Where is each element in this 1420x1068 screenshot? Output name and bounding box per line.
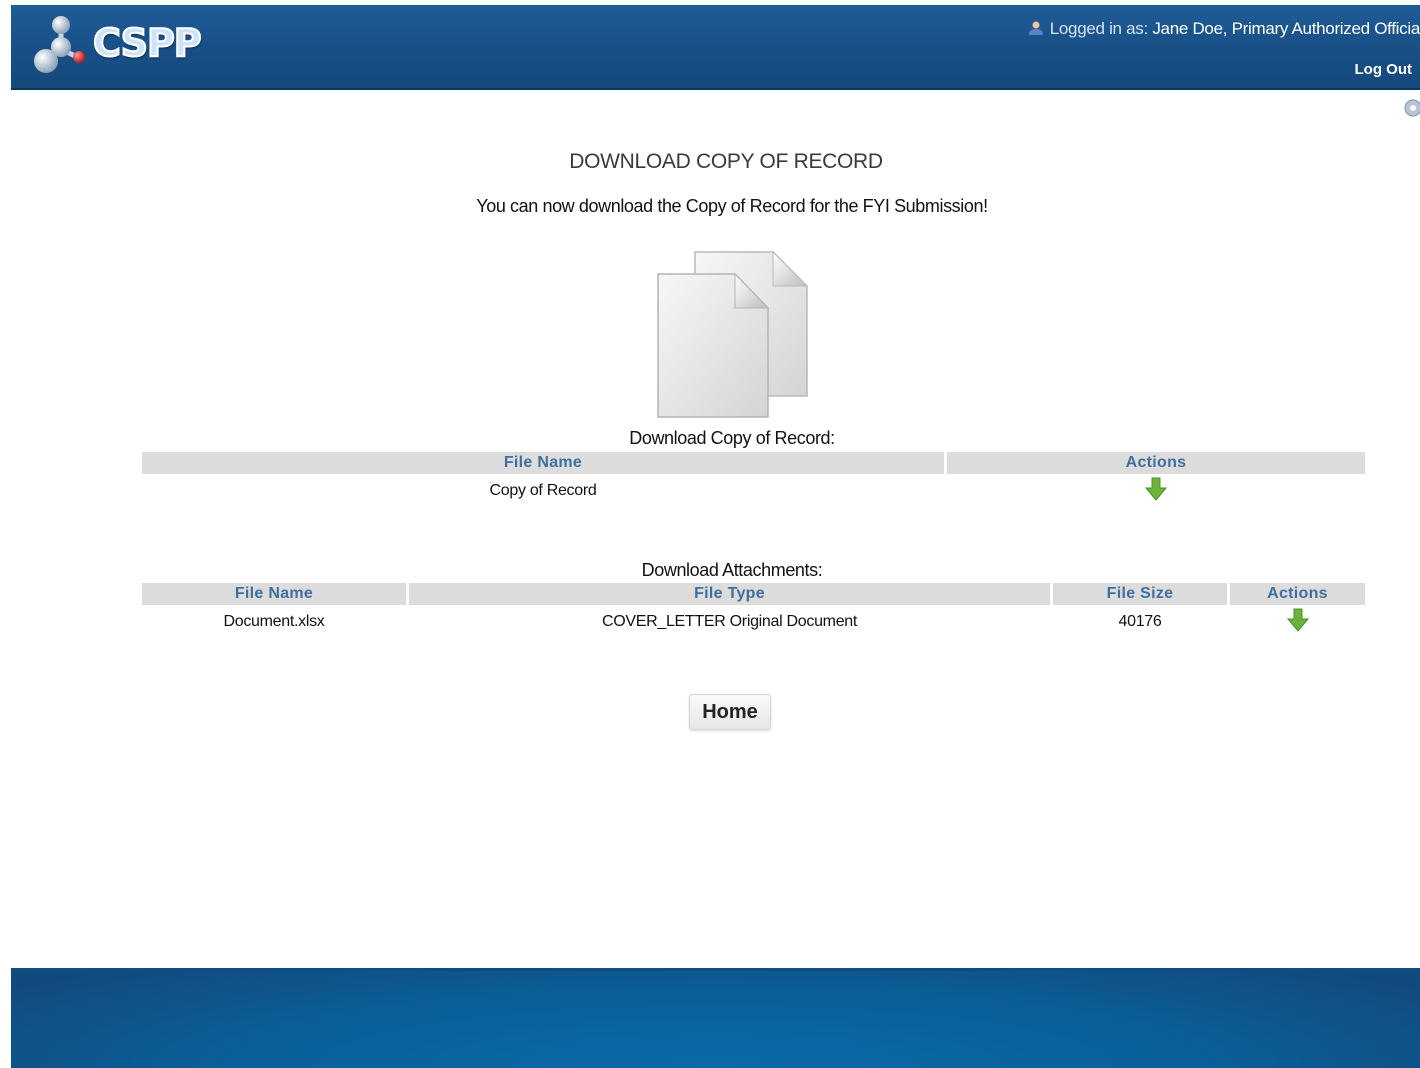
file-type-cell: COVER_LETTER Original Document xyxy=(601,613,858,630)
user-name: Jane Doe, Primary Authorized Officia xyxy=(1152,19,1420,38)
app-name: CSPP xyxy=(92,20,203,66)
copy-of-record-table: File Name Actions Copy of Record xyxy=(139,452,1368,508)
column-header-actions: Actions xyxy=(947,452,1365,474)
app-footer xyxy=(11,968,1420,1068)
table-header-row: File Name File Type File Size Actions xyxy=(142,583,1365,605)
column-header-file-name[interactable]: File Name xyxy=(142,452,944,474)
page-title: DOWNLOAD COPY OF RECORD xyxy=(569,150,883,173)
table-row: Document.xlsx COVER_LETTER Original Docu… xyxy=(142,605,1365,639)
logout-link[interactable]: Log Out xyxy=(1355,61,1412,78)
app-header: CSPP Logged in as: Jane Doe, Primary Aut… xyxy=(11,5,1420,90)
app-logo[interactable]: CSPP xyxy=(31,13,231,77)
file-name-cell: Copy of Record xyxy=(489,482,597,499)
file-name-cell: Document.xlsx xyxy=(223,613,325,630)
table-row: Copy of Record xyxy=(142,474,1365,508)
home-button[interactable]: Home xyxy=(689,694,771,730)
user-icon xyxy=(1028,20,1044,41)
column-header-file-name[interactable]: File Name xyxy=(142,583,406,605)
table-header-row: File Name Actions xyxy=(142,452,1365,474)
copy-of-record-caption: Download Copy of Record: xyxy=(629,428,835,448)
actions-cell xyxy=(947,474,1365,508)
column-header-file-size[interactable]: File Size xyxy=(1053,583,1227,605)
file-size-cell: 40176 xyxy=(1118,613,1162,630)
attachments-caption: Download Attachments: xyxy=(641,560,823,580)
column-header-file-type[interactable]: File Type xyxy=(409,583,1050,605)
column-header-actions: Actions xyxy=(1230,583,1365,605)
document-copies-icon xyxy=(655,250,810,425)
download-arrow-icon[interactable] xyxy=(1144,477,1168,506)
molecule-logo-icon xyxy=(34,16,85,73)
attachments-table: File Name File Type File Size Actions Do… xyxy=(139,583,1368,639)
page-subtitle: You can now download the Copy of Record … xyxy=(476,196,988,216)
actions-cell xyxy=(1230,605,1365,639)
login-status: Logged in as: Jane Doe, Primary Authoriz… xyxy=(1028,19,1420,41)
download-arrow-icon[interactable] xyxy=(1286,608,1309,637)
logged-in-label: Logged in as: xyxy=(1049,19,1148,38)
help-icon[interactable] xyxy=(1404,99,1420,122)
